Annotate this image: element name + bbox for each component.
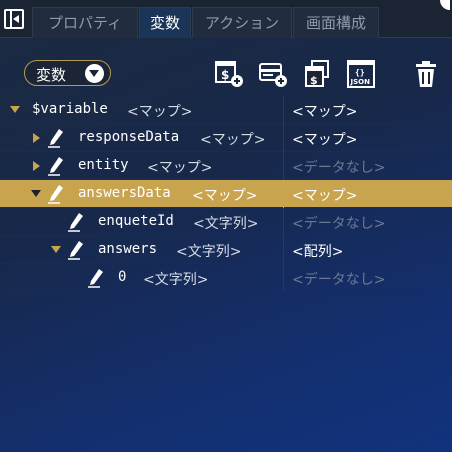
collapsed-caret-icon[interactable] xyxy=(33,161,40,171)
chevron-down-icon xyxy=(85,64,104,83)
variable-scope-dropdown[interactable]: 変数 xyxy=(24,60,111,86)
corner-decoration xyxy=(440,0,450,10)
variable-type: <マップ> xyxy=(147,160,213,176)
collapsed-caret-icon[interactable] xyxy=(33,133,40,143)
variable-value: <配列> xyxy=(292,244,344,260)
variable-value: <マップ> xyxy=(292,104,358,120)
expand-caret-icon[interactable] xyxy=(10,106,20,113)
svg-text:$: $ xyxy=(221,68,229,82)
add-variable-icon[interactable]: $ xyxy=(214,60,244,88)
copy-variable-icon[interactable]: $ xyxy=(302,60,332,88)
tree-row-answersdata[interactable]: answersData <マップ> <マップ> xyxy=(0,180,452,208)
tab-screen-layout[interactable]: 画面構成 xyxy=(293,7,379,38)
tree-row-0[interactable]: 0 <文字列> <データなし> xyxy=(0,264,452,292)
variable-name: answersData xyxy=(78,185,171,201)
variable-type: <文字列> xyxy=(143,272,209,288)
variable-type: <マップ> xyxy=(192,188,258,204)
pencil-icon[interactable] xyxy=(47,184,65,204)
tree-row-entity[interactable]: entity <マップ> <データなし> xyxy=(0,152,452,180)
variable-name: $variable xyxy=(32,101,108,117)
add-list-icon[interactable] xyxy=(258,60,288,88)
variable-name: responseData xyxy=(78,129,180,145)
variable-tree: $variable <マップ> <マップ> responseData <マップ>… xyxy=(0,96,452,292)
json-icon-text: JSON xyxy=(350,78,371,86)
variable-value: <データなし> xyxy=(292,160,386,176)
tree-row-enqueteid[interactable]: enqueteId <文字列> <データなし> xyxy=(0,208,452,236)
variable-value: <データなし> xyxy=(292,216,386,232)
pencil-icon[interactable] xyxy=(47,128,65,148)
tab-actions[interactable]: アクション xyxy=(192,7,292,38)
variable-value: <データなし> xyxy=(292,272,386,288)
pencil-icon[interactable] xyxy=(67,240,85,260)
collapse-panel-icon[interactable] xyxy=(4,9,24,29)
variable-value: <マップ> xyxy=(292,188,358,204)
variable-type: <文字列> xyxy=(176,244,242,260)
expand-caret-icon[interactable] xyxy=(51,246,61,253)
pencil-icon[interactable] xyxy=(67,212,85,232)
trash-icon[interactable] xyxy=(412,60,442,88)
dropdown-label: 変数 xyxy=(36,66,67,84)
svg-text:{}: {} xyxy=(355,68,365,77)
pencil-icon[interactable] xyxy=(87,268,105,288)
variable-type: <文字列> xyxy=(193,216,259,232)
variable-name: answers xyxy=(98,241,158,257)
pencil-icon[interactable] xyxy=(47,156,65,176)
variable-value: <マップ> xyxy=(292,132,358,148)
svg-text:$: $ xyxy=(310,74,318,87)
json-icon[interactable]: {} JSON xyxy=(346,60,376,88)
variable-name: enqueteId xyxy=(98,213,174,229)
expand-caret-icon[interactable] xyxy=(31,190,41,197)
variable-type: <マップ> xyxy=(200,132,266,148)
variable-type: <マップ> xyxy=(127,104,193,120)
tree-row-variable[interactable]: $variable <マップ> <マップ> xyxy=(0,96,452,124)
variable-name: entity xyxy=(78,157,129,173)
tab-bar: プロパティ 変数 アクション 画面構成 xyxy=(0,0,452,38)
tree-row-answers[interactable]: answers <文字列> <配列> xyxy=(0,236,452,264)
tab-properties[interactable]: プロパティ xyxy=(32,7,138,38)
variable-name: 0 xyxy=(118,269,127,285)
tab-variables[interactable]: 変数 xyxy=(139,7,191,38)
tree-row-responsedata[interactable]: responseData <マップ> <マップ> xyxy=(0,124,452,152)
